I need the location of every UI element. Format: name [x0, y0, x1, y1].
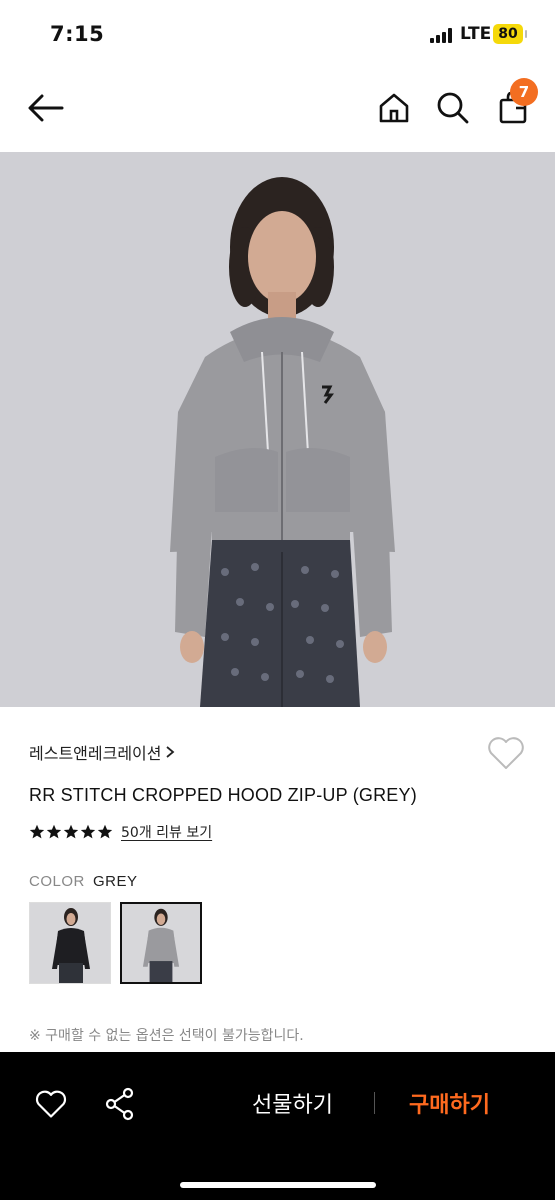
product-image[interactable]: [0, 152, 555, 707]
chevron-right-icon: [166, 746, 175, 758]
wishlist-button[interactable]: [486, 735, 526, 773]
brand-link[interactable]: 레스트앤레크레이션: [29, 740, 175, 764]
star-icon: [97, 824, 113, 839]
star-icon: [80, 824, 96, 839]
color-label: COLOR: [29, 873, 85, 890]
gift-button[interactable]: 선물하기: [252, 1087, 333, 1119]
share-icon: [105, 1087, 134, 1121]
rating-row: 50개 리뷰 보기: [29, 822, 212, 842]
bottom-action-bar: 선물하기 구매하기: [0, 1052, 555, 1200]
brand-name: 레스트앤레크레이션: [29, 744, 162, 763]
search-button[interactable]: [433, 88, 473, 128]
home-button[interactable]: [374, 88, 414, 128]
color-row: COLOR GREY: [29, 873, 138, 890]
divider: [374, 1092, 375, 1114]
product-title: RR STITCH CROPPED HOOD ZIP-UP (GREY): [29, 785, 417, 805]
review-link[interactable]: 50개 리뷰 보기: [121, 822, 212, 842]
home-icon: [379, 93, 409, 123]
star-icon: [63, 824, 79, 839]
share-button[interactable]: [100, 1084, 140, 1124]
cart-count-badge: 7: [510, 78, 538, 106]
color-swatch-grey[interactable]: [120, 902, 202, 984]
search-icon: [437, 92, 469, 124]
home-indicator: [180, 1182, 376, 1188]
color-value: GREY: [93, 873, 138, 890]
color-swatch-black[interactable]: [29, 902, 111, 984]
arrow-left-icon: [28, 94, 64, 122]
heart-icon: [488, 737, 524, 769]
swatch-image-grey: [122, 904, 200, 982]
status-time: 7:15: [50, 22, 105, 46]
bottom-wishlist-button[interactable]: [31, 1084, 71, 1124]
network-label: LTE: [460, 24, 492, 44]
product-photo: [0, 152, 555, 707]
star-rating: [29, 824, 113, 840]
heart-icon: [35, 1090, 67, 1118]
star-icon: [29, 824, 45, 839]
signal-icon: [430, 28, 456, 43]
battery-icon: 80: [493, 24, 527, 44]
status-bar: 7:15 LTE 80: [0, 0, 555, 70]
back-button[interactable]: [26, 88, 66, 128]
swatch-image-black: [30, 903, 110, 983]
option-notice: ※ 구매할 수 없는 옵션은 선택이 불가능합니다.: [29, 1028, 304, 1044]
star-icon: [46, 824, 62, 839]
top-nav: 7: [0, 70, 555, 152]
buy-button[interactable]: 구매하기: [409, 1087, 490, 1119]
